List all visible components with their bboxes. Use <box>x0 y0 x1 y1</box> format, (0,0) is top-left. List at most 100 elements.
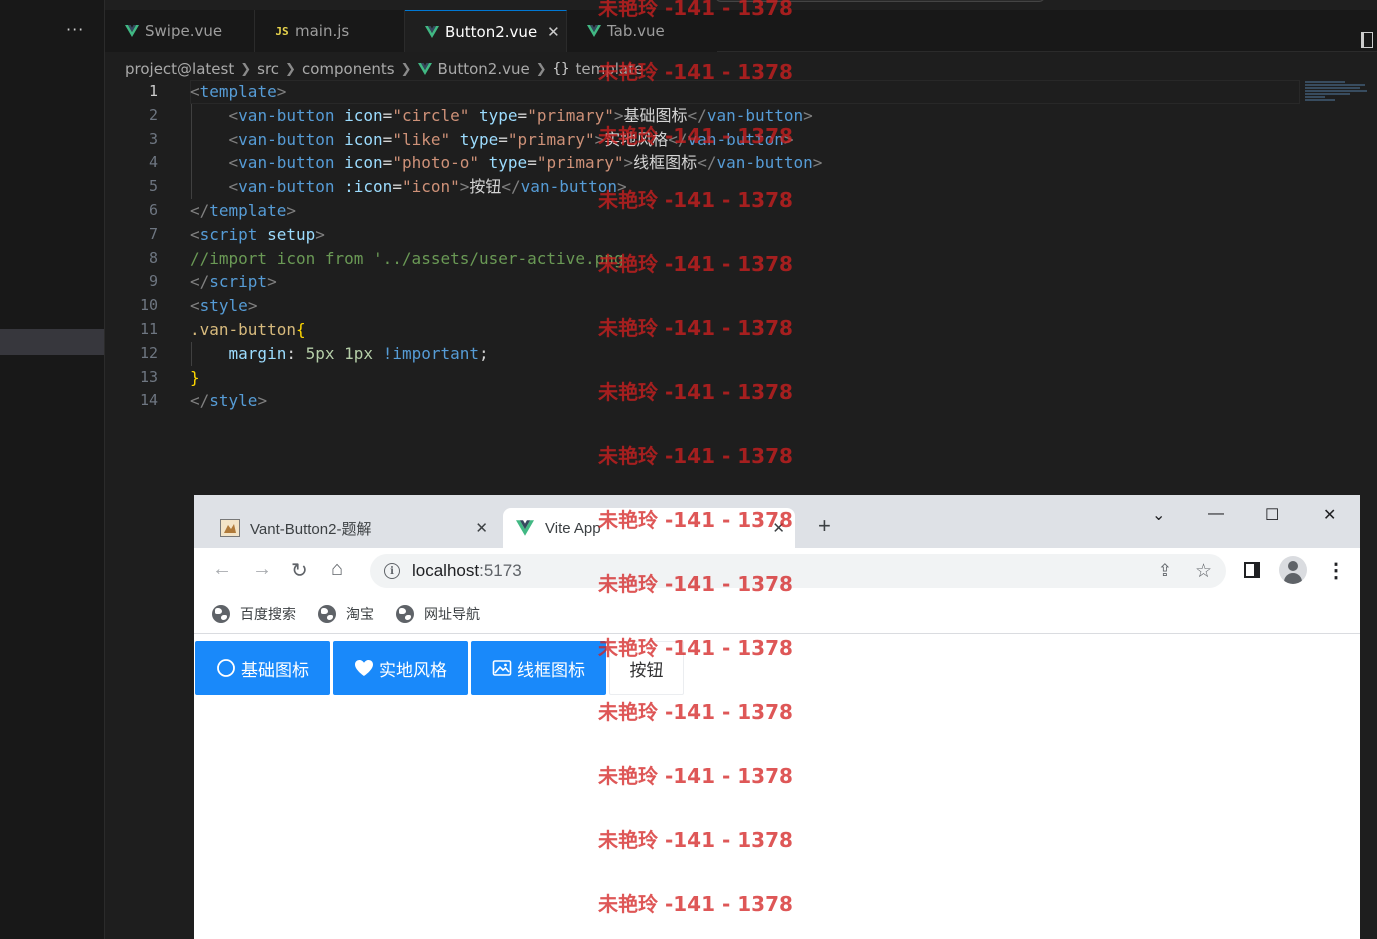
tab-label: main.js <box>295 22 350 40</box>
outline-icon-button[interactable]: 线框图标 <box>471 641 606 695</box>
chevron-right-icon: ❯ <box>400 61 412 77</box>
breadcrumb-components[interactable]: components <box>302 60 395 78</box>
line-number: 14 <box>139 391 158 410</box>
chevron-right-icon: ❯ <box>535 61 547 77</box>
url-text: localhost:5173 <box>412 561 522 580</box>
more-actions-icon[interactable]: ··· <box>66 20 84 39</box>
code-line: <van-button icon="circle" type="primary"… <box>228 105 813 125</box>
bookmark-nav[interactable]: 网址导航 <box>396 604 480 624</box>
tab-label: Swipe.vue <box>145 22 223 40</box>
profile-avatar-icon[interactable] <box>1279 556 1307 584</box>
code-line: <van-button icon="like" type="primary">实… <box>228 129 794 149</box>
close-icon[interactable]: ✕ <box>547 23 560 41</box>
tab-main-js[interactable]: JS main.js <box>255 10 405 52</box>
braces-icon: {} <box>552 61 570 77</box>
editor-tab-bar: Swipe.vue JS main.js Button2.vue ✕ Tab.v… <box>105 10 1377 52</box>
chevron-right-icon: ❯ <box>285 61 296 77</box>
line-number: 3 <box>148 129 158 148</box>
explorer-sidebar: ··· <box>0 0 105 939</box>
solid-style-button[interactable]: 实地风格 <box>333 641 468 695</box>
bookmarks-bar: 百度搜索 淘宝 网址导航 <box>194 594 1360 634</box>
line-number: 12 <box>139 343 158 362</box>
line-number: 10 <box>139 296 158 315</box>
bookmark-taobao[interactable]: 淘宝 <box>318 604 374 624</box>
line-number: 13 <box>139 367 158 386</box>
menu-kebab-icon[interactable]: ⋮ <box>1326 558 1346 583</box>
split-editor-icon[interactable] <box>1361 32 1373 48</box>
browser-tab-strip: Vant-Button2-题解 ✕ Vite App ✕ + ⌄ — ☐ ✕ <box>194 495 1360 548</box>
code-line: </style> <box>190 391 268 411</box>
share-icon[interactable]: ⇪ <box>1158 561 1172 581</box>
code-line: <template> <box>190 82 287 101</box>
line-number: 1 <box>148 82 158 100</box>
photo-icon <box>492 659 512 677</box>
circle-icon <box>216 658 236 678</box>
heart-icon <box>354 659 374 677</box>
code-line: <style> <box>190 296 258 316</box>
vite-favicon <box>515 519 535 537</box>
maximize-icon[interactable]: ☐ <box>1265 505 1279 525</box>
bookmark-star-icon[interactable]: ☆ <box>1195 560 1212 583</box>
address-bar[interactable]: i localhost:5173 ⇪ ☆ <box>370 554 1226 588</box>
line-number: 5 <box>148 177 158 196</box>
breadcrumb-file[interactable]: Button2.vue <box>438 60 530 78</box>
default-button[interactable]: 按钮 <box>609 641 684 695</box>
reload-icon[interactable]: ↻ <box>291 558 308 583</box>
tab-label: Button2.vue <box>445 22 538 41</box>
minimap[interactable] <box>1305 80 1375 110</box>
code-line: } <box>190 367 200 387</box>
line-number: 9 <box>148 272 158 291</box>
current-line-highlight <box>190 80 1300 104</box>
code-line: margin: 5px 1px !important; <box>228 343 489 363</box>
line-number: 11 <box>139 320 158 338</box>
globe-icon <box>396 604 414 623</box>
side-panel-icon[interactable] <box>1244 562 1260 578</box>
code-line: //import icon from '../assets/user-activ… <box>190 248 624 268</box>
command-center[interactable] <box>715 0 1045 2</box>
home-icon[interactable]: ⌂ <box>331 558 343 581</box>
vue-icon <box>417 63 432 75</box>
code-line: <van-button icon="photo-o" type="primary… <box>228 153 823 173</box>
tab-button2-vue[interactable]: Button2.vue ✕ <box>405 10 567 52</box>
tab-search-icon[interactable]: ⌄ <box>1152 505 1165 525</box>
tab-swipe-vue[interactable]: Swipe.vue <box>105 10 255 52</box>
new-tab-button[interactable]: + <box>818 513 831 539</box>
browser-toolbar: ← → ↻ ⌂ i localhost:5173 ⇪ ☆ ⋮ <box>194 548 1360 594</box>
globe-icon <box>212 604 230 623</box>
code-line: </script> <box>190 272 277 292</box>
page-favicon <box>220 519 240 537</box>
code-line: </template> <box>190 201 296 220</box>
bookmark-baidu[interactable]: 百度搜索 <box>212 604 296 624</box>
close-window-icon[interactable]: ✕ <box>1323 505 1336 525</box>
line-number: 4 <box>148 153 158 172</box>
breadcrumb-src[interactable]: src <box>257 60 279 78</box>
code-line: <van-button :icon="icon">按钮</van-button> <box>228 177 627 197</box>
editor-title-bar <box>105 0 1377 10</box>
globe-icon <box>318 604 336 623</box>
vue-icon <box>587 25 601 37</box>
code-editor[interactable]: 1 2 3 4 5 6 7 8 9 10 11 12 13 14 <templa… <box>105 80 1377 420</box>
js-icon: JS <box>275 24 289 38</box>
vue-icon <box>425 25 439 38</box>
watermark-text: 未艳玲 -141 - 1378 <box>598 444 793 468</box>
basic-icon-button[interactable]: 基础图标 <box>195 641 330 695</box>
breadcrumb-symbol[interactable]: template <box>575 60 643 78</box>
browser-tab-vite[interactable]: Vite App ✕ <box>503 508 795 548</box>
close-tab-icon[interactable]: ✕ <box>772 519 785 537</box>
tab-title: Vite App <box>545 519 601 537</box>
back-arrow-icon[interactable]: ← <box>212 558 232 581</box>
chevron-right-icon: ❯ <box>240 61 252 77</box>
breadcrumb: project@latest ❯ src ❯ components ❯ Butt… <box>125 58 643 80</box>
forward-arrow-icon[interactable]: → <box>252 558 272 581</box>
minimize-icon[interactable]: — <box>1208 505 1224 523</box>
breadcrumb-project[interactable]: project@latest <box>125 60 234 78</box>
vue-icon <box>125 25 139 37</box>
explorer-selected-row[interactable] <box>0 329 104 355</box>
close-tab-icon[interactable]: ✕ <box>475 519 488 537</box>
site-info-icon[interactable]: i <box>384 563 400 579</box>
line-number: 6 <box>148 201 158 219</box>
browser-tab-vant[interactable]: Vant-Button2-题解 ✕ <box>208 508 498 548</box>
tab-tab-vue[interactable]: Tab.vue <box>567 10 717 52</box>
line-number: 7 <box>148 224 158 243</box>
line-number: 2 <box>148 105 158 124</box>
